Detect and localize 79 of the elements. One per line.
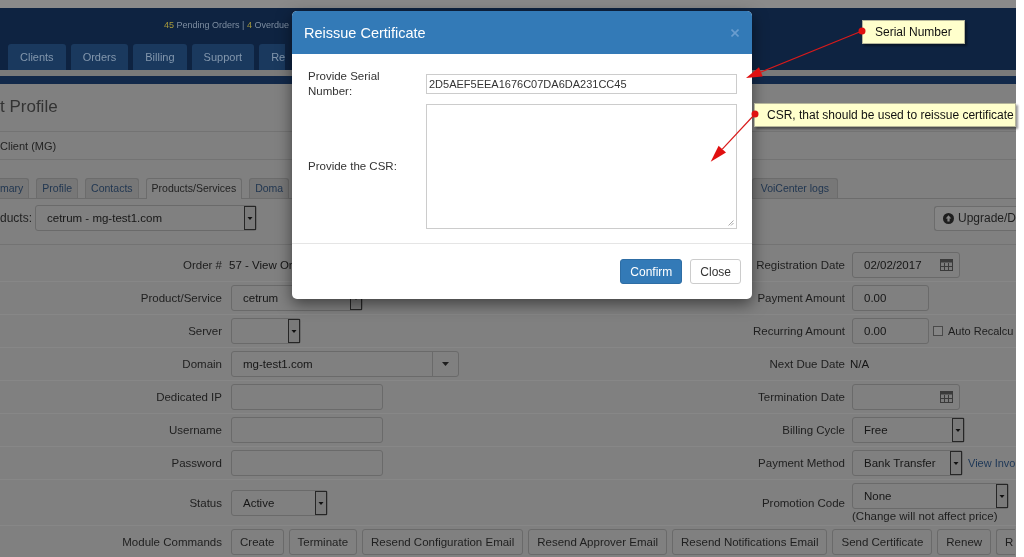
nav-tab[interactable]: Re bbox=[259, 44, 286, 70]
field-label: Payment Method bbox=[758, 457, 845, 469]
view-link[interactable]: View Invo bbox=[968, 457, 1016, 469]
tab[interactable]: mary bbox=[0, 178, 30, 198]
command-button[interactable]: Renew bbox=[937, 528, 992, 555]
confirm-button[interactable]: Confirm bbox=[620, 259, 683, 284]
command-button[interactable]: Resend Approver Email bbox=[528, 528, 668, 555]
dialog-title: Reissue Certificate bbox=[304, 24, 426, 41]
circle-up-arrow-icon bbox=[942, 212, 954, 224]
command-button[interactable]: R bbox=[996, 528, 1016, 555]
field-label: Order # bbox=[183, 259, 222, 271]
date-field[interactable]: 02/02/2017 bbox=[852, 252, 960, 278]
field-label: Username bbox=[168, 424, 222, 436]
calendar-icon bbox=[940, 259, 953, 271]
close-icon[interactable] bbox=[731, 28, 739, 37]
date-field[interactable] bbox=[852, 384, 960, 410]
nav-tab[interactable]: Billing bbox=[133, 44, 187, 70]
command-button[interactable]: Resend Configuration Email bbox=[362, 528, 524, 555]
caret-icon bbox=[952, 418, 964, 442]
header-stats: 45 Pending Orders | 4 Overdue bbox=[164, 20, 289, 31]
tab[interactable]: Products/Services bbox=[145, 178, 243, 199]
field-label: Server bbox=[188, 325, 222, 337]
dropdown[interactable]: Bank Transfer bbox=[852, 450, 963, 476]
field-label: Password bbox=[171, 457, 222, 469]
nav-tab[interactable]: Support bbox=[191, 44, 255, 70]
checkbox-label: Auto Recalcu bbox=[948, 325, 1014, 337]
field-label: Billing Cycle bbox=[782, 424, 845, 436]
dropdown[interactable]: cetrum - mg-test1.com bbox=[35, 205, 257, 231]
field-label: Termination Date bbox=[758, 391, 845, 403]
field-label: Recurring Amount bbox=[752, 325, 845, 337]
field-label: Promotion Code bbox=[761, 496, 845, 509]
text-area[interactable] bbox=[426, 104, 737, 229]
dropdown[interactable]: Active bbox=[231, 489, 328, 516]
nav-tab[interactable]: Orders bbox=[70, 44, 129, 70]
field-label: ducts: bbox=[0, 211, 32, 225]
resize-grip-icon[interactable] bbox=[728, 220, 734, 226]
caret-icon bbox=[996, 484, 1008, 508]
tab[interactable]: VoiCenter logs bbox=[751, 178, 838, 198]
command-button[interactable]: Resend Notifications Email bbox=[672, 528, 828, 555]
page-title: t Profile bbox=[0, 96, 58, 118]
field-label: Next Due Date bbox=[769, 358, 845, 370]
command-button[interactable]: Send Certificate bbox=[832, 528, 933, 555]
calendar-icon bbox=[940, 391, 953, 403]
input-field[interactable]: 0.00 bbox=[852, 285, 929, 311]
field-label: Dedicated IP bbox=[156, 391, 222, 403]
field-label: Payment Amount bbox=[757, 292, 845, 304]
command-button[interactable]: Terminate bbox=[288, 528, 358, 555]
caret-icon bbox=[950, 451, 962, 475]
callout-note: CSR, that should be used to reissue certificate bbox=[754, 103, 1016, 127]
input-field[interactable]: 0.00 bbox=[852, 318, 929, 344]
dropdown[interactable] bbox=[231, 318, 301, 344]
field-label: Domain bbox=[182, 358, 222, 370]
command-button[interactable]: Create bbox=[231, 528, 284, 555]
annotation-arrow bbox=[710, 110, 759, 162]
caret-icon bbox=[315, 490, 327, 515]
dropdown[interactable]: Free bbox=[852, 417, 965, 443]
nav-tab[interactable]: Clients bbox=[8, 44, 66, 70]
close-button[interactable]: Close bbox=[690, 259, 741, 284]
tab[interactable]: Contacts bbox=[85, 178, 139, 198]
checkbox[interactable] bbox=[933, 326, 943, 336]
field-label: Provide the CSR: bbox=[308, 159, 398, 174]
callout-note: Serial Number bbox=[862, 20, 965, 44]
field-label: Status bbox=[189, 496, 222, 509]
client-name: Client (MG) bbox=[0, 139, 57, 152]
field-label: Registration Date bbox=[756, 259, 845, 271]
field-label: Provide Serial Number: bbox=[308, 69, 381, 99]
tab[interactable]: Doma bbox=[249, 178, 290, 198]
field-note: (Change will not affect price) bbox=[852, 510, 998, 522]
caret-icon bbox=[288, 319, 300, 343]
tab[interactable]: Profile bbox=[36, 178, 79, 198]
field-value: N/A bbox=[850, 358, 870, 370]
caret-icon bbox=[244, 206, 256, 230]
upgrade-button[interactable]: Upgrade/D bbox=[933, 205, 1016, 231]
field-label: Module Commands bbox=[122, 535, 222, 548]
input-field[interactable]: 2D5AEF5EEA1676C07DA6DA231CC45 bbox=[426, 74, 737, 94]
caret-icon bbox=[442, 362, 449, 366]
dropdown[interactable]: mg-test1.com bbox=[231, 351, 459, 377]
dropdown[interactable]: None bbox=[852, 483, 1009, 509]
field-label: Product/Service bbox=[140, 292, 222, 304]
